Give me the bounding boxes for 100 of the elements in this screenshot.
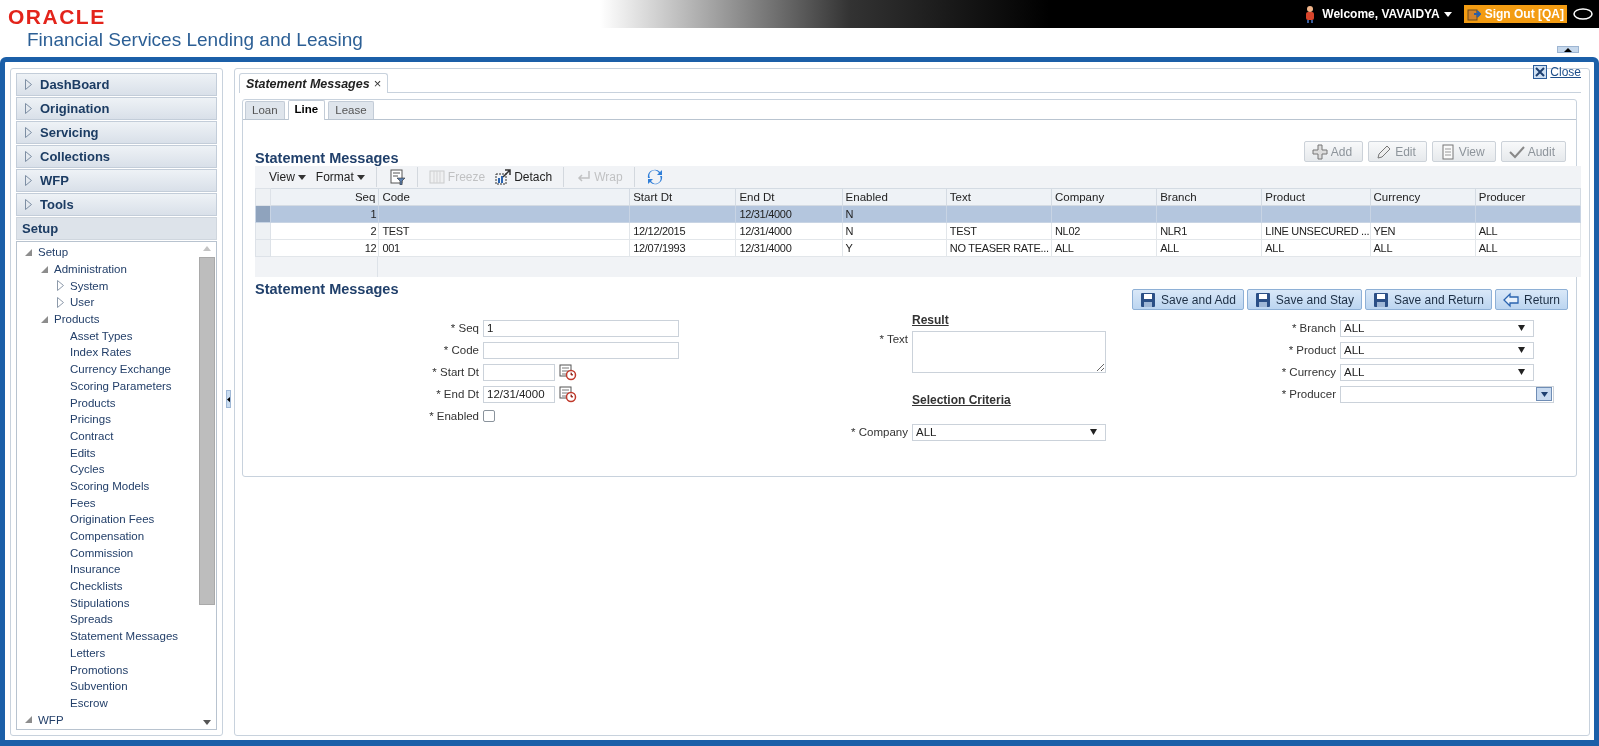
table-row[interactable]: 1 12/31/4000 N	[255, 205, 1581, 223]
save-button[interactable]: Save and Stay	[1246, 289, 1362, 310]
scroll-up-icon[interactable]	[203, 246, 211, 251]
input-field[interactable]	[483, 341, 679, 359]
column-header[interactable]: Start Dt	[629, 188, 736, 206]
triangle-expanded-icon[interactable]	[40, 265, 48, 273]
page-tab[interactable]: Statement Messages ×	[239, 73, 389, 93]
input-field[interactable]: 1	[483, 319, 679, 337]
nav-section[interactable]: WFP	[16, 169, 217, 192]
tree-item[interactable]: Currency Exchange	[70, 363, 171, 376]
column-header[interactable]: Product	[1261, 188, 1371, 206]
tree-item[interactable]: Promotions	[70, 663, 129, 676]
triangle-right-icon[interactable]	[56, 280, 64, 292]
triangle-right-icon	[25, 175, 32, 186]
tree-item[interactable]: System	[70, 279, 109, 292]
tree-item[interactable]: Checklists	[70, 580, 123, 593]
field-label: * Product	[1287, 344, 1336, 356]
tree-item[interactable]: Fees	[70, 496, 96, 509]
toolbar-button[interactable]: Detach	[490, 167, 558, 187]
column-header[interactable]: End Dt	[735, 188, 843, 206]
refresh-icon[interactable]	[646, 169, 663, 185]
triangle-left-icon	[227, 395, 230, 403]
calendar-icon[interactable]	[559, 385, 577, 403]
dropdown[interactable]: ALL	[1340, 319, 1534, 337]
scrollbar-thumb[interactable]	[199, 257, 215, 605]
oval-icon[interactable]	[1573, 8, 1593, 20]
tree-item[interactable]: Scoring Parameters	[70, 379, 172, 392]
tree-item[interactable]: Products	[54, 313, 100, 326]
tab[interactable]: Loan	[245, 101, 285, 119]
scroll-down-icon[interactable]	[203, 720, 211, 725]
toolbar-menu[interactable]: View	[264, 167, 311, 187]
tree-item[interactable]: Letters	[70, 646, 106, 659]
tree-item[interactable]: Origination Fees	[70, 513, 155, 526]
splitter-handle[interactable]	[226, 390, 231, 408]
caret-icon	[1443, 11, 1452, 17]
user-menu[interactable]: Welcome, VAVAIDYA	[1322, 7, 1452, 21]
tree-item[interactable]: Administration	[54, 263, 127, 276]
nav-section[interactable]: Setup	[16, 217, 217, 240]
tree-item[interactable]: Contract	[70, 429, 114, 442]
checkbox[interactable]	[483, 410, 495, 422]
tree-item[interactable]: User	[70, 296, 95, 309]
dropdown[interactable]: ALL	[1340, 363, 1534, 381]
section-title: Statement Messages	[255, 150, 399, 166]
tree-item[interactable]: Commission	[70, 546, 134, 559]
nav-section[interactable]: Origination	[16, 97, 217, 120]
nav-section[interactable]: Collections	[16, 145, 217, 168]
toolbar-menu[interactable]: Format	[310, 167, 370, 187]
pencil-icon	[1376, 143, 1393, 160]
tree-item[interactable]: Insurance	[70, 563, 121, 576]
tree-item[interactable]: Pricings	[70, 413, 111, 426]
column-header[interactable]: Seq	[270, 188, 379, 206]
tree-item[interactable]: Stipulations	[70, 596, 130, 609]
column-header[interactable]: Company	[1051, 188, 1157, 206]
tree-item[interactable]: Setup	[38, 246, 69, 259]
column-header[interactable]: Text	[946, 188, 1052, 206]
column-header[interactable]: Producer	[1475, 188, 1581, 206]
return-button[interactable]: Return	[1494, 289, 1568, 310]
field-label: * Code	[442, 344, 479, 356]
filter-icon[interactable]	[388, 169, 405, 185]
tree-item[interactable]: Scoring Models	[70, 479, 150, 492]
close-tab-button[interactable]: ×	[373, 76, 382, 91]
nav-section[interactable]: Servicing	[16, 121, 217, 144]
calendar-icon[interactable]	[559, 363, 577, 381]
tree-item[interactable]: WFP	[38, 713, 64, 726]
table-cell: 12/12/2015	[629, 222, 736, 240]
nav-section[interactable]: DashBoard	[16, 73, 217, 96]
tree-item[interactable]: Statement Messages	[70, 630, 179, 643]
tree-item[interactable]: Edits	[70, 446, 96, 459]
tree-item[interactable]: Products	[70, 396, 116, 409]
tab[interactable]: Lease	[328, 101, 374, 119]
save-button[interactable]: Save and Return	[1364, 289, 1492, 310]
table-cell: ALL	[1261, 239, 1371, 257]
table-cell: YEN	[1370, 222, 1476, 240]
tree-item[interactable]: Index Rates	[70, 346, 132, 359]
dropdown[interactable]: ALL	[912, 423, 1106, 441]
date-field[interactable]: 12/31/4000	[483, 385, 555, 403]
close-link[interactable]: Close	[1533, 65, 1581, 79]
tree-item[interactable]: Cycles	[70, 463, 105, 476]
tab[interactable]: Line	[287, 100, 326, 120]
table-row[interactable]: 12 001 12/07/1993 12/31/4000 Y NO TEASER RATE... ALL ALL ALL ALL ALL	[255, 239, 1581, 257]
dropdown[interactable]: ALL	[1340, 341, 1534, 359]
column-header[interactable]: Currency	[1370, 188, 1476, 206]
triangle-right-icon[interactable]	[56, 296, 64, 308]
collapse-button[interactable]	[1557, 46, 1579, 53]
tree-item[interactable]: Subvention	[70, 680, 128, 693]
save-button[interactable]: Save and Add	[1132, 289, 1244, 310]
tree-item[interactable]: Asset Types	[70, 329, 133, 342]
triangle-expanded-icon[interactable]	[24, 716, 32, 724]
column-header[interactable]: Enabled	[842, 188, 947, 206]
tree-item[interactable]: Spreads	[70, 613, 113, 626]
triangle-expanded-icon[interactable]	[24, 248, 32, 256]
column-header[interactable]: Branch	[1156, 188, 1262, 206]
date-field[interactable]	[483, 363, 555, 381]
triangle-expanded-icon[interactable]	[40, 315, 48, 323]
field-label: * Text	[878, 333, 908, 345]
tree-item[interactable]: Compensation	[70, 530, 145, 543]
nav-section[interactable]: Tools	[16, 193, 217, 216]
tree-item[interactable]: Escrow	[70, 696, 108, 709]
column-header[interactable]: Code	[378, 188, 630, 206]
table-row[interactable]: 2 TEST 12/12/2015 12/31/4000 N TEST NL02 NLR1 LINE UNSECURED ... YEN ALL	[255, 222, 1581, 240]
